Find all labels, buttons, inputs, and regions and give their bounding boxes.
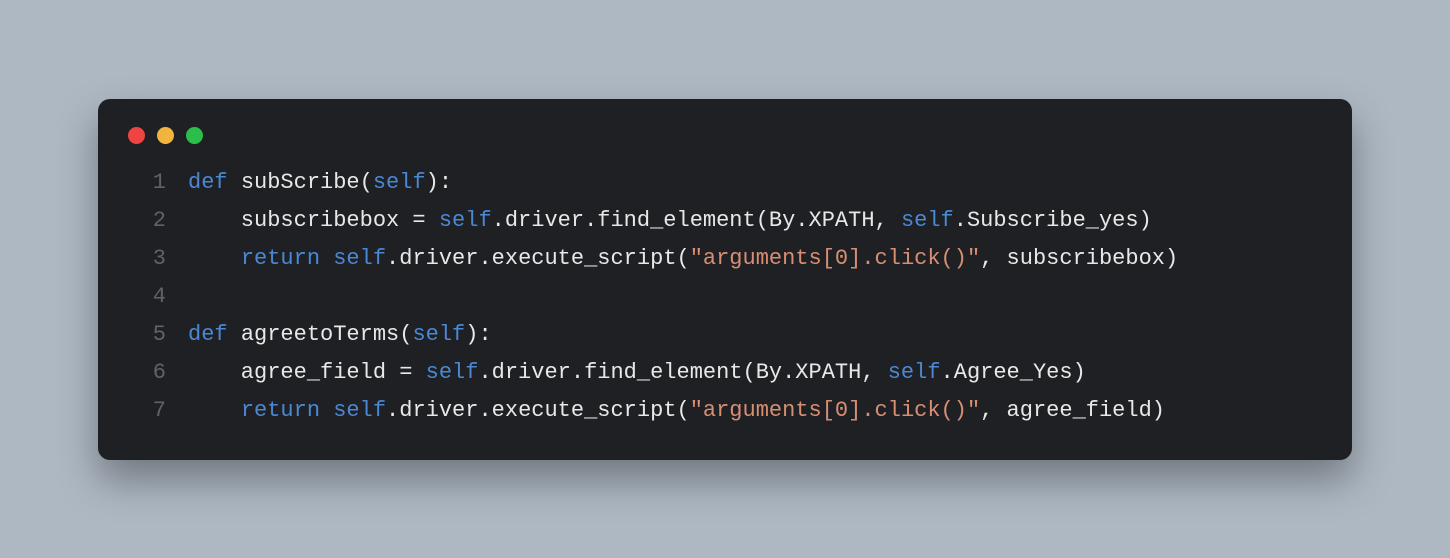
line-number: 4 bbox=[126, 278, 166, 316]
code-token bbox=[188, 398, 241, 423]
code-token bbox=[320, 246, 333, 271]
minimize-icon[interactable] bbox=[157, 127, 174, 144]
code-token: agreetoTerms bbox=[241, 322, 399, 347]
code-token: self bbox=[333, 398, 386, 423]
code-line: 4 bbox=[126, 278, 1324, 316]
code-token: def bbox=[188, 170, 228, 195]
code-token: , agree_field) bbox=[980, 398, 1165, 423]
code-token: ( bbox=[399, 322, 412, 347]
code-line: 3 return self.driver.execute_script("arg… bbox=[126, 240, 1324, 278]
code-token bbox=[228, 170, 241, 195]
code-token: self bbox=[373, 170, 426, 195]
code-token: agree_field = bbox=[188, 360, 426, 385]
code-line: 2 subscribebox = self.driver.find_elemen… bbox=[126, 202, 1324, 240]
code-token: ): bbox=[465, 322, 491, 347]
line-number: 7 bbox=[126, 392, 166, 430]
code-token: self bbox=[888, 360, 941, 385]
code-token: def bbox=[188, 322, 228, 347]
code-token: self bbox=[901, 208, 954, 233]
line-number: 3 bbox=[126, 240, 166, 278]
line-content: return self.driver.execute_script("argum… bbox=[188, 392, 1165, 430]
code-token: .driver.find_element(By.XPATH, bbox=[478, 360, 887, 385]
code-token: , subscribebox) bbox=[980, 246, 1178, 271]
code-token bbox=[228, 322, 241, 347]
line-content: subscribebox = self.driver.find_element(… bbox=[188, 202, 1152, 240]
code-line: 7 return self.driver.execute_script("arg… bbox=[126, 392, 1324, 430]
line-content: def agreetoTerms(self): bbox=[188, 316, 492, 354]
code-line: 6 agree_field = self.driver.find_element… bbox=[126, 354, 1324, 392]
code-token: subScribe bbox=[241, 170, 360, 195]
line-content: return self.driver.execute_script("argum… bbox=[188, 240, 1178, 278]
code-token: subscribebox = bbox=[188, 208, 439, 233]
code-token: return bbox=[241, 398, 320, 423]
code-token: self bbox=[333, 246, 386, 271]
line-content: agree_field = self.driver.find_element(B… bbox=[188, 354, 1086, 392]
line-content: def subScribe(self): bbox=[188, 164, 452, 202]
code-token: "arguments[0].click()" bbox=[690, 398, 980, 423]
code-token: .Subscribe_yes) bbox=[954, 208, 1152, 233]
code-card: 1def subScribe(self):2 subscribebox = se… bbox=[98, 99, 1352, 460]
code-token bbox=[320, 398, 333, 423]
code-token: return bbox=[241, 246, 320, 271]
code-token: .driver.execute_script( bbox=[386, 246, 690, 271]
line-number: 5 bbox=[126, 316, 166, 354]
code-token: self bbox=[412, 322, 465, 347]
line-number: 1 bbox=[126, 164, 166, 202]
zoom-icon[interactable] bbox=[186, 127, 203, 144]
code-line: 1 def subScribe(self): bbox=[126, 164, 1324, 202]
code-token: self bbox=[426, 360, 479, 385]
code-line: 5 def agreetoTerms(self): bbox=[126, 316, 1324, 354]
code-token: self bbox=[439, 208, 492, 233]
code-block: 1def subScribe(self):2 subscribebox = se… bbox=[126, 164, 1324, 430]
code-token: .driver.execute_script( bbox=[386, 398, 690, 423]
code-token bbox=[188, 246, 241, 271]
line-number: 6 bbox=[126, 354, 166, 392]
code-token: ): bbox=[426, 170, 452, 195]
close-icon[interactable] bbox=[128, 127, 145, 144]
code-token: .driver.find_element(By.XPATH, bbox=[492, 208, 901, 233]
code-token: ( bbox=[360, 170, 373, 195]
code-token: .Agree_Yes) bbox=[941, 360, 1086, 385]
line-number: 2 bbox=[126, 202, 166, 240]
code-token: "arguments[0].click()" bbox=[690, 246, 980, 271]
window-titlebar bbox=[126, 123, 1324, 164]
